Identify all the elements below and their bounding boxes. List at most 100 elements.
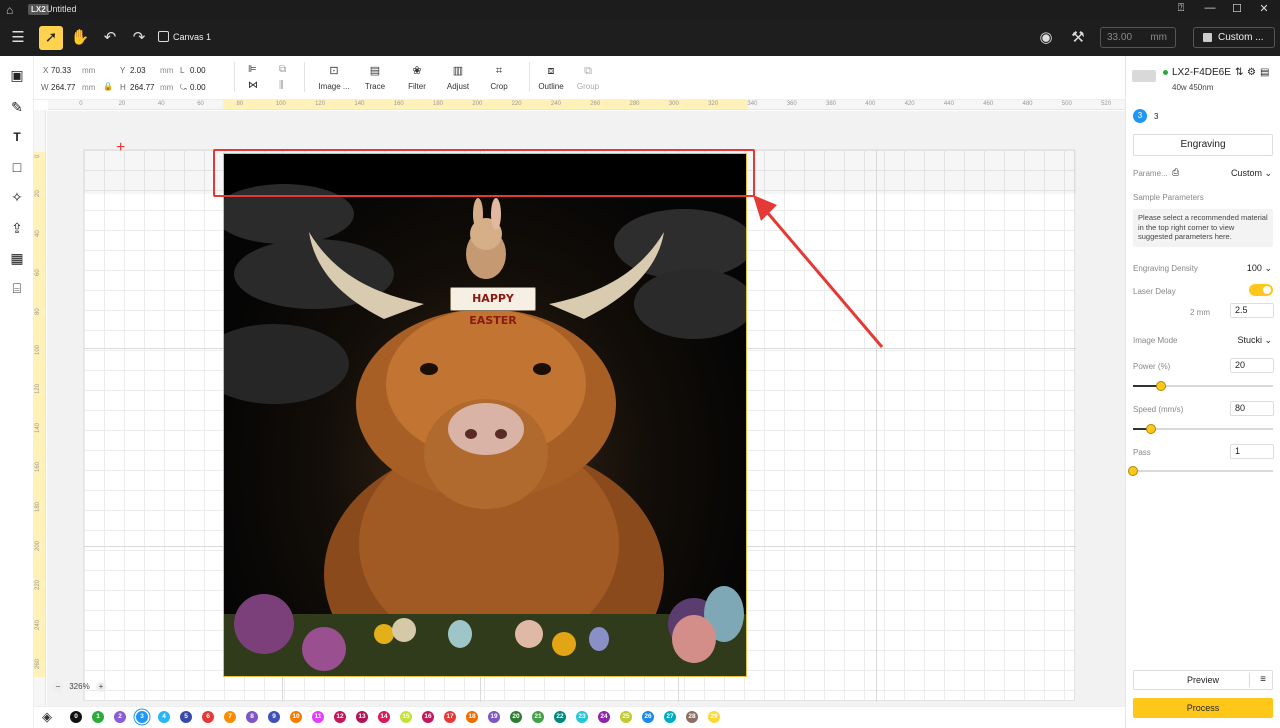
- y-value[interactable]: 2.03: [130, 66, 146, 75]
- select-tool-icon[interactable]: ➚: [39, 26, 63, 50]
- home-icon[interactable]: ⌂: [6, 3, 13, 17]
- layer-dot-8[interactable]: 8: [246, 711, 258, 723]
- layer-dot-3[interactable]: 3: [136, 711, 148, 723]
- layer-dot-11[interactable]: 11: [312, 711, 324, 723]
- adjust-button[interactable]: ▥ Adjust: [436, 64, 480, 91]
- layer-dot-16[interactable]: 16: [422, 711, 434, 723]
- layer-dot-25[interactable]: 25: [620, 711, 632, 723]
- l-value[interactable]: 0.00: [190, 66, 206, 75]
- redo-icon[interactable]: ↷: [127, 26, 151, 50]
- maximize-button[interactable]: ☐: [1227, 2, 1247, 15]
- speed-input[interactable]: 80: [1230, 401, 1274, 416]
- layer-dot-26[interactable]: 26: [642, 711, 654, 723]
- layer-dot-6[interactable]: 6: [202, 711, 214, 723]
- layer-dot-14[interactable]: 14: [378, 711, 390, 723]
- pen-icon[interactable]: ✎: [8, 98, 26, 116]
- x-value[interactable]: 70.33: [51, 66, 71, 75]
- trace-button[interactable]: ▤ Trace: [353, 64, 397, 91]
- layer-dot-19[interactable]: 19: [488, 711, 500, 723]
- layer-dot-5[interactable]: 5: [180, 711, 192, 723]
- layer-dot-23[interactable]: 23: [576, 711, 588, 723]
- distribute-icon[interactable]: ⫼: [279, 80, 284, 91]
- layer-dot-13[interactable]: 13: [356, 711, 368, 723]
- group-button[interactable]: ⧉ Group: [566, 64, 610, 91]
- vruler-tick: 220: [35, 580, 41, 591]
- crop-button[interactable]: ⌗ Crop: [477, 64, 521, 91]
- parameter-library-icon[interactable]: ⎙: [1172, 167, 1179, 178]
- layer-dot-12[interactable]: 12: [334, 711, 346, 723]
- rotate-value[interactable]: 0.00: [190, 83, 206, 92]
- right-panel: LX2-F4DE6E 40w 450nm ⇅ ⚙ ▤ 3 3 Engraving…: [1125, 56, 1280, 728]
- preview-button[interactable]: Preview ≡: [1133, 670, 1273, 690]
- power-slider[interactable]: [1133, 381, 1273, 391]
- text-tool-icon[interactable]: T: [8, 128, 26, 146]
- layer-dot-15[interactable]: 15: [400, 711, 412, 723]
- magic-wand-icon[interactable]: ⚒: [1066, 26, 1090, 50]
- settings-gear-icon[interactable]: ⚙: [1247, 67, 1256, 78]
- flip-icon[interactable]: ⋈: [248, 80, 258, 91]
- filter-button[interactable]: ❀ Filter: [395, 64, 439, 91]
- zoom-out-button[interactable]: −: [53, 682, 63, 692]
- layer-dot-2[interactable]: 2: [114, 711, 126, 723]
- camera-icon[interactable]: ◉: [1034, 26, 1058, 50]
- apps-icon[interactable]: ▦: [8, 249, 26, 267]
- layer-dot-4[interactable]: 4: [158, 711, 170, 723]
- element-icon[interactable]: ✧: [8, 188, 26, 206]
- image-mode-dropdown[interactable]: Stucki ⌄: [1237, 335, 1272, 346]
- undo-icon[interactable]: ↶: [98, 26, 122, 50]
- swap-icon[interactable]: ⇅: [1235, 67, 1243, 78]
- engraving-mode-button[interactable]: Engraving: [1133, 134, 1273, 156]
- custom-material-button[interactable]: Custom ...: [1193, 27, 1275, 48]
- arrange-icon[interactable]: ⧉: [279, 64, 286, 75]
- help-icon[interactable]: ⍰: [1171, 2, 1191, 15]
- lock-ratio-icon[interactable]: 🔒: [103, 82, 113, 91]
- hand-tool-icon[interactable]: ✋: [68, 26, 92, 50]
- highland-cow-image[interactable]: HAPPY EASTER: [223, 153, 747, 677]
- image-tool-button[interactable]: ⊡ Image ...: [312, 64, 356, 91]
- pass-input[interactable]: 1: [1230, 444, 1274, 459]
- delay-input[interactable]: 2.5: [1230, 303, 1274, 318]
- w-value[interactable]: 264.77: [51, 83, 75, 92]
- process-button[interactable]: Process: [1133, 698, 1273, 718]
- h-value[interactable]: 264.77: [130, 83, 154, 92]
- hruler-tick: 420: [904, 101, 915, 107]
- hruler-tick: 40: [157, 101, 165, 107]
- layers-icon[interactable]: ◈: [42, 709, 52, 725]
- canvas-tab[interactable]: Canvas 1: [158, 31, 211, 42]
- align-icon[interactable]: ⊫: [248, 64, 257, 75]
- layer-dot-24[interactable]: 24: [598, 711, 610, 723]
- speed-slider[interactable]: [1133, 424, 1273, 434]
- add-image-icon[interactable]: ▣: [8, 66, 26, 84]
- layer-dot-22[interactable]: 22: [554, 711, 566, 723]
- layer-dot-21[interactable]: 21: [532, 711, 544, 723]
- layer-dot-27[interactable]: 27: [664, 711, 676, 723]
- layer-dot-20[interactable]: 20: [510, 711, 522, 723]
- layer-dot-17[interactable]: 17: [444, 711, 456, 723]
- layer-dot-9[interactable]: 9: [268, 711, 280, 723]
- close-button[interactable]: ✕: [1254, 2, 1274, 15]
- import-icon[interactable]: ⇪: [8, 219, 26, 237]
- document-icon[interactable]: ▤: [1260, 67, 1269, 78]
- power-input[interactable]: 20: [1230, 358, 1274, 373]
- layer-dot-7[interactable]: 7: [224, 711, 236, 723]
- layer-dot-18[interactable]: 18: [466, 711, 478, 723]
- preview-menu-icon[interactable]: ≡: [1260, 671, 1266, 689]
- engraving-density-dropdown[interactable]: 100 ⌄: [1247, 263, 1272, 274]
- device-name[interactable]: LX2-F4DE6E: [1172, 67, 1231, 78]
- laser-delay-toggle[interactable]: [1249, 284, 1273, 296]
- layer-dot-1[interactable]: 1: [92, 711, 104, 723]
- canvas-area[interactable]: + HAPPY EASTER: [47, 111, 1125, 706]
- device-icon[interactable]: ⌸: [8, 279, 26, 297]
- menu-icon[interactable]: ☰: [6, 26, 30, 50]
- layer-dot-0[interactable]: 0: [70, 711, 82, 723]
- parameters-dropdown[interactable]: Custom ⌄: [1231, 168, 1272, 179]
- zoom-in-button[interactable]: +: [95, 682, 106, 692]
- layer-dot-29[interactable]: 29: [708, 711, 720, 723]
- shape-icon[interactable]: □: [8, 158, 26, 176]
- layer-badge[interactable]: 3: [1133, 109, 1147, 123]
- dimension-input[interactable]: 33.00 mm: [1100, 27, 1176, 48]
- minimize-button[interactable]: —: [1200, 2, 1220, 14]
- pass-slider[interactable]: [1128, 466, 1273, 476]
- layer-dot-28[interactable]: 28: [686, 711, 698, 723]
- layer-dot-10[interactable]: 10: [290, 711, 302, 723]
